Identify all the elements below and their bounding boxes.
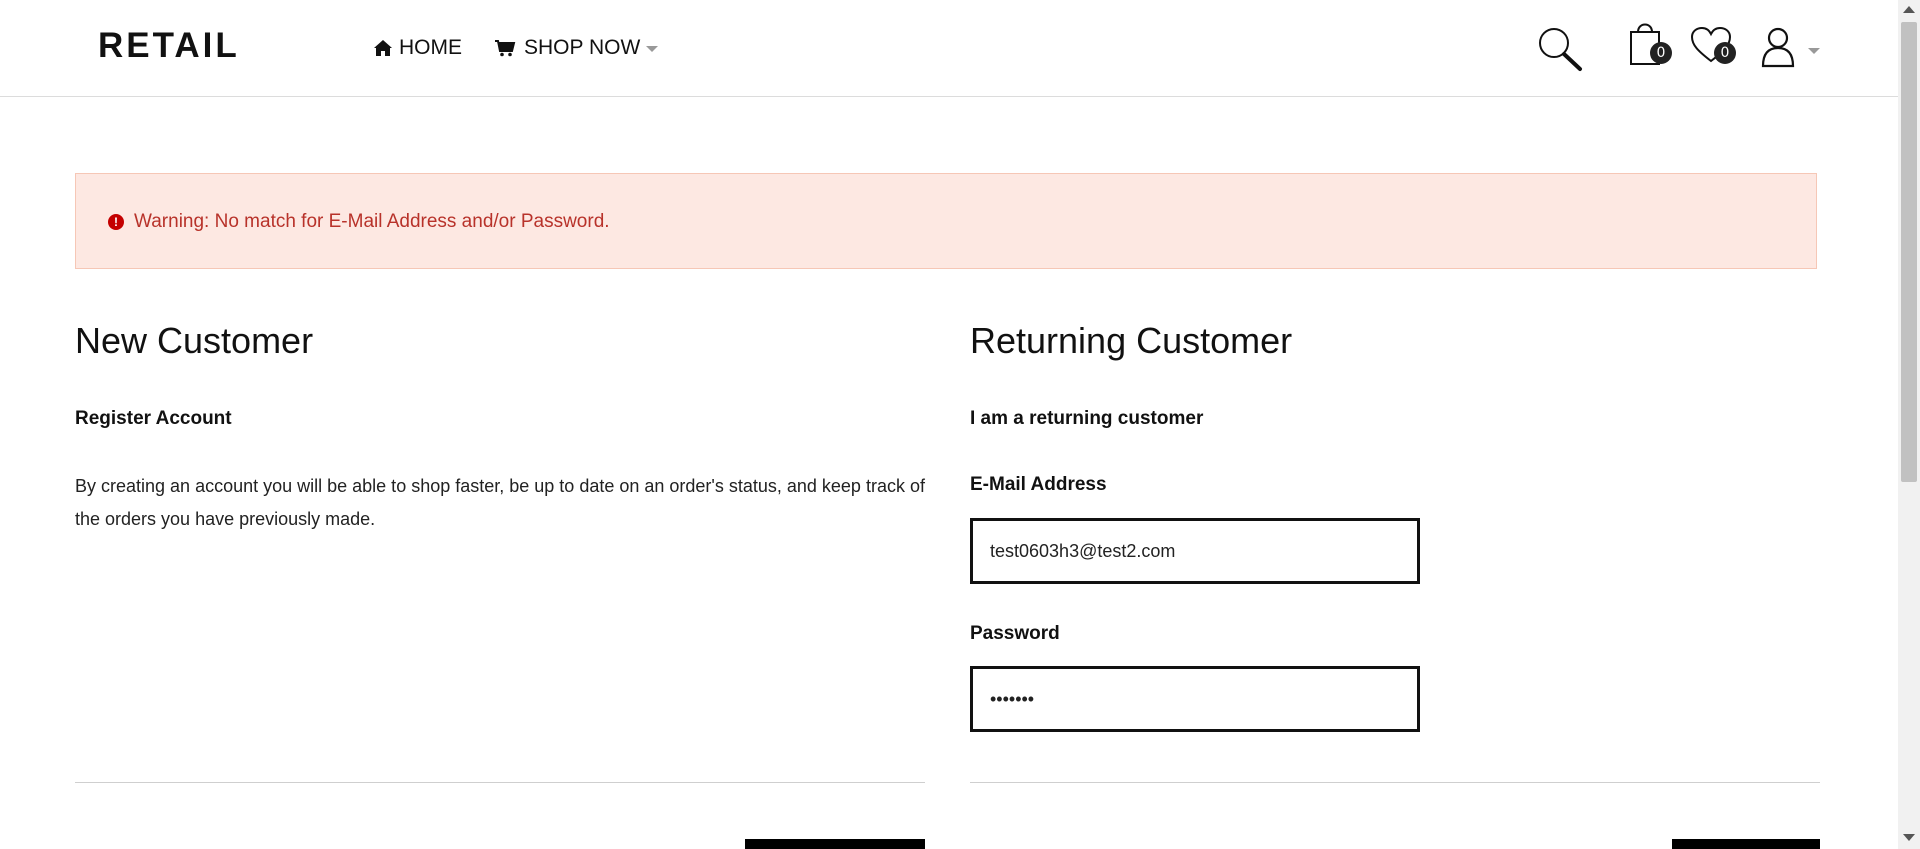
warning-alert: ! Warning: No match for E-Mail Address a…	[75, 173, 1817, 269]
wishlist-heart-icon[interactable]: 0	[1690, 26, 1736, 70]
email-field[interactable]	[970, 518, 1420, 584]
alert-message: Warning: No match for E-Mail Address and…	[134, 211, 610, 232]
cart-icon	[495, 40, 516, 57]
left-divider	[75, 782, 925, 783]
page: RETAIL HOME SHOP NOW 0 0 ! Warning: No m…	[0, 0, 1898, 849]
cart-count-badge: 0	[1650, 42, 1672, 64]
password-label: Password	[970, 623, 1060, 644]
nav-home[interactable]: HOME	[373, 36, 462, 60]
nav-shop-label: SHOP NOW	[524, 36, 641, 59]
returning-customer-heading: I am a returning customer	[970, 408, 1204, 429]
login-button[interactable]	[1672, 839, 1820, 849]
right-divider	[970, 782, 1820, 783]
cart-bag-icon[interactable]: 0	[1628, 18, 1672, 70]
returning-customer-title: Returning Customer	[970, 320, 1293, 361]
search-icon[interactable]	[1536, 26, 1584, 77]
main-nav: HOME SHOP NOW	[373, 36, 659, 60]
nav-shop-now[interactable]: SHOP NOW	[494, 36, 659, 60]
account-user-icon[interactable]	[1760, 26, 1820, 70]
home-icon	[374, 40, 392, 56]
nav-home-label: HOME	[399, 36, 462, 59]
scrollbar-thumb[interactable]	[1901, 22, 1917, 482]
wishlist-count-badge: 0	[1714, 42, 1736, 64]
site-header: RETAIL HOME SHOP NOW 0 0	[0, 0, 1898, 97]
new-customer-section: New Customer Register Account By creatin…	[75, 320, 925, 529]
chevron-down-icon	[646, 46, 659, 52]
logo[interactable]: RETAIL	[98, 26, 240, 66]
scroll-up-arrow-icon[interactable]	[1903, 6, 1915, 13]
email-label: E-Mail Address	[970, 474, 1107, 495]
continue-button[interactable]	[745, 839, 925, 849]
scroll-down-arrow-icon[interactable]	[1903, 834, 1915, 841]
vertical-scrollbar[interactable]	[1898, 0, 1920, 849]
exclamation-circle-icon: !	[108, 214, 124, 230]
new-customer-title: New Customer	[75, 320, 314, 361]
register-account-heading: Register Account	[75, 408, 232, 429]
account-chevron-down-icon	[1808, 48, 1820, 54]
returning-customer-section: Returning Customer I am a returning cust…	[970, 320, 1820, 732]
password-field[interactable]	[970, 666, 1420, 732]
register-description: By creating an account you will be able …	[75, 476, 925, 529]
